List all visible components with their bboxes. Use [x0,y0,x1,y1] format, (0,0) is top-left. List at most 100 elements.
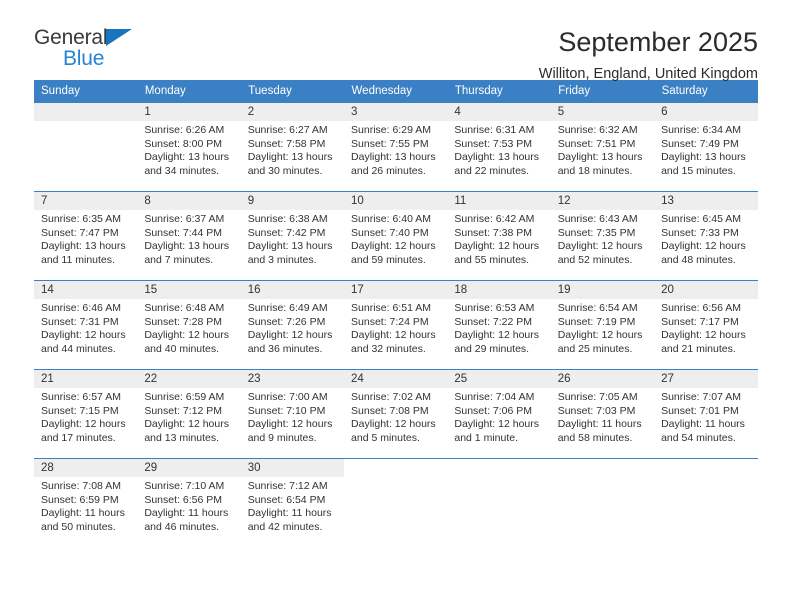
calendar-cell-empty [654,458,758,547]
calendar-day-cell[interactable]: 12 Sunrise: 6:43 AM Sunset: 7:35 PM Dayligh… [550,191,655,281]
calendar-day-cell[interactable]: 21 Sunrise: 6:57 AM Sunset: 7:15 PM Dayligh… [34,369,138,459]
calendar-page: General Blue September 2025 Williton, En… [0,0,792,612]
calendar-day-cell[interactable]: 10 Sunrise: 6:40 AM Sunset: 7:40 PM Dayligh… [344,191,448,281]
day-detail: Sunrise: 6:26 AM Sunset: 8:00 PM Daylight:… [137,121,240,178]
calendar-day-cell[interactable]: 23 Sunrise: 7:00 AM Sunset: 7:10 PM Dayligh… [240,369,345,459]
day-cell-inner [654,459,758,547]
day-number: 20 [654,281,758,299]
calendar-day-cell[interactable]: 4 Sunrise: 6:31 AM Sunset: 7:53 PM Daylight… [447,102,551,192]
day-number: 22 [137,370,241,388]
calendar-day-cell[interactable]: 9 Sunrise: 6:38 AM Sunset: 7:42 PM Daylight… [240,191,345,281]
day-detail: Sunrise: 6:37 AM Sunset: 7:44 PM Daylight:… [137,210,240,267]
daylight-text: Daylight: 13 hours and 11 minutes. [41,240,126,266]
calendar-day-cell[interactable]: 15 Sunrise: 6:48 AM Sunset: 7:28 PM Dayligh… [137,280,241,370]
calendar-body: 1 Sunrise: 6:26 AM Sunset: 8:00 PM Daylight… [34,102,758,547]
calendar-cell-empty [34,102,138,192]
calendar-day-cell[interactable]: 28 Sunrise: 7:08 AM Sunset: 6:59 PM Dayligh… [34,458,138,547]
day-cell-inner: 7 Sunrise: 6:35 AM Sunset: 7:47 PM Daylight… [34,192,138,280]
sunrise-text: Sunrise: 6:29 AM [351,124,431,136]
calendar-day-cell[interactable]: 1 Sunrise: 6:26 AM Sunset: 8:00 PM Daylight… [137,102,241,192]
calendar-day-cell[interactable]: 26 Sunrise: 7:05 AM Sunset: 7:03 PM Dayligh… [550,369,655,459]
day-number: 10 [344,192,448,210]
daylight-text: Daylight: 13 hours and 22 minutes. [454,151,540,177]
calendar-day-cell[interactable]: 25 Sunrise: 7:04 AM Sunset: 7:06 PM Dayligh… [447,369,551,459]
sunset-text: Sunset: 7:01 PM [661,404,739,417]
calendar-day-cell[interactable]: 6 Sunrise: 6:34 AM Sunset: 7:49 PM Daylight… [654,102,758,192]
day-detail: Sunrise: 7:00 AM Sunset: 7:10 PM Daylight:… [241,388,344,445]
daylight-text: Daylight: 13 hours and 18 minutes. [557,151,643,177]
day-detail: Sunrise: 6:46 AM Sunset: 7:31 PM Daylight:… [34,299,137,356]
sunrise-text: Sunrise: 6:51 AM [351,302,431,314]
calendar-day-cell[interactable]: 20 Sunrise: 6:56 AM Sunset: 7:17 PM Dayligh… [654,280,758,370]
calendar-cell-empty [447,458,551,547]
daylight-text: Daylight: 12 hours and 21 minutes. [661,329,746,355]
daylight-text: Daylight: 12 hours and 32 minutes. [351,329,436,355]
sunset-text: Sunset: 7:35 PM [557,226,636,239]
day-cell-inner: 4 Sunrise: 6:31 AM Sunset: 7:53 PM Daylight… [447,103,551,191]
daylight-text: Daylight: 12 hours and 5 minutes. [351,418,436,444]
daylight-text: Daylight: 12 hours and 25 minutes. [557,329,643,355]
daylight-text: Daylight: 12 hours and 9 minutes. [247,418,333,444]
day-number: 11 [447,192,551,210]
sunrise-text: Sunrise: 6:34 AM [661,124,742,136]
day-cell-inner: 21 Sunrise: 6:57 AM Sunset: 7:15 PM Dayligh… [34,370,138,458]
calendar-day-cell[interactable]: 17 Sunrise: 6:51 AM Sunset: 7:24 PM Dayligh… [344,280,448,370]
day-cell-inner [34,103,138,191]
sunrise-text: Sunrise: 6:32 AM [557,124,638,136]
sunset-text: Sunset: 7:12 PM [144,404,222,417]
sunset-text: Sunset: 7:44 PM [144,226,222,239]
calendar-day-cell[interactable]: 22 Sunrise: 6:59 AM Sunset: 7:12 PM Dayligh… [137,369,241,459]
day-cell-inner: 18 Sunrise: 6:53 AM Sunset: 7:22 PM Dayligh… [447,281,551,369]
day-cell-inner: 11 Sunrise: 6:42 AM Sunset: 7:38 PM Dayligh… [447,192,551,280]
weekday-header-sunday: Sunday [34,80,138,103]
day-cell-inner: 30 Sunrise: 7:12 AM Sunset: 6:54 PM Dayligh… [240,459,345,547]
calendar-day-cell[interactable]: 7 Sunrise: 6:35 AM Sunset: 7:47 PM Daylight… [34,191,138,281]
day-number: 30 [240,459,345,477]
day-cell-inner: 25 Sunrise: 7:04 AM Sunset: 7:06 PM Dayligh… [447,370,551,458]
calendar-week-row: 7 Sunrise: 6:35 AM Sunset: 7:47 PM Daylight… [34,191,758,281]
calendar-day-cell[interactable]: 3 Sunrise: 6:29 AM Sunset: 7:55 PM Daylight… [344,102,448,192]
day-number: 23 [240,370,345,388]
calendar-day-cell[interactable]: 16 Sunrise: 6:49 AM Sunset: 7:26 PM Dayligh… [240,280,345,370]
sunset-text: Sunset: 7:28 PM [144,315,222,328]
title-block: September 2025 Williton, England, United… [154,26,758,85]
day-cell-inner: 20 Sunrise: 6:56 AM Sunset: 7:17 PM Dayligh… [654,281,758,369]
sunset-text: Sunset: 7:19 PM [557,315,636,328]
sunset-text: Sunset: 7:26 PM [247,315,326,328]
calendar-day-cell[interactable]: 8 Sunrise: 6:37 AM Sunset: 7:44 PM Daylight… [137,191,241,281]
calendar-day-cell[interactable]: 30 Sunrise: 7:12 AM Sunset: 6:54 PM Dayligh… [240,458,345,547]
daylight-text: Daylight: 13 hours and 26 minutes. [351,151,436,177]
calendar-day-cell[interactable]: 27 Sunrise: 7:07 AM Sunset: 7:01 PM Dayligh… [654,369,758,459]
calendar-day-cell[interactable]: 2 Sunrise: 6:27 AM Sunset: 7:58 PM Daylight… [240,102,345,192]
calendar-week-row: 28 Sunrise: 7:08 AM Sunset: 6:59 PM Dayligh… [34,458,758,547]
calendar-day-cell[interactable]: 13 Sunrise: 6:45 AM Sunset: 7:33 PM Dayligh… [654,191,758,281]
day-detail: Sunrise: 6:34 AM Sunset: 7:49 PM Daylight:… [654,121,757,178]
sunrise-text: Sunrise: 6:49 AM [247,302,328,314]
sunrise-text: Sunrise: 6:26 AM [144,124,225,136]
day-number: 8 [137,192,241,210]
calendar-day-cell[interactable]: 18 Sunrise: 6:53 AM Sunset: 7:22 PM Dayligh… [447,280,551,370]
sunset-text: Sunset: 7:03 PM [557,404,636,417]
calendar-day-cell[interactable]: 19 Sunrise: 6:54 AM Sunset: 7:19 PM Dayligh… [550,280,655,370]
sunrise-text: Sunrise: 6:42 AM [454,213,535,225]
sunrise-text: Sunrise: 6:48 AM [144,302,225,314]
calendar-grid: Sunday Monday Tuesday Wednesday Thursday… [34,80,759,547]
sunrise-text: Sunrise: 7:00 AM [247,391,328,403]
calendar-day-cell[interactable]: 24 Sunrise: 7:02 AM Sunset: 7:08 PM Dayligh… [344,369,448,459]
daylight-text: Daylight: 11 hours and 46 minutes. [144,507,229,533]
day-number: 26 [550,370,655,388]
sunrise-text: Sunrise: 6:57 AM [41,391,121,403]
day-cell-inner: 22 Sunrise: 6:59 AM Sunset: 7:12 PM Dayligh… [137,370,241,458]
sunrise-text: Sunrise: 6:35 AM [41,213,121,225]
calendar-day-cell[interactable]: 29 Sunrise: 7:10 AM Sunset: 6:56 PM Dayligh… [137,458,241,547]
calendar-day-cell[interactable]: 14 Sunrise: 6:46 AM Sunset: 7:31 PM Dayligh… [34,280,138,370]
sunset-text: Sunset: 8:00 PM [144,137,222,150]
day-detail: Sunrise: 6:45 AM Sunset: 7:33 PM Daylight:… [654,210,757,267]
calendar-day-cell[interactable]: 5 Sunrise: 6:32 AM Sunset: 7:51 PM Daylight… [550,102,655,192]
sunset-text: Sunset: 7:49 PM [661,137,739,150]
sunset-text: Sunset: 7:53 PM [454,137,533,150]
general-blue-logo[interactable]: General Blue [34,26,154,78]
calendar-day-cell[interactable]: 11 Sunrise: 6:42 AM Sunset: 7:38 PM Dayligh… [447,191,551,281]
sunrise-text: Sunrise: 7:07 AM [661,391,742,403]
day-number: 5 [550,103,655,121]
